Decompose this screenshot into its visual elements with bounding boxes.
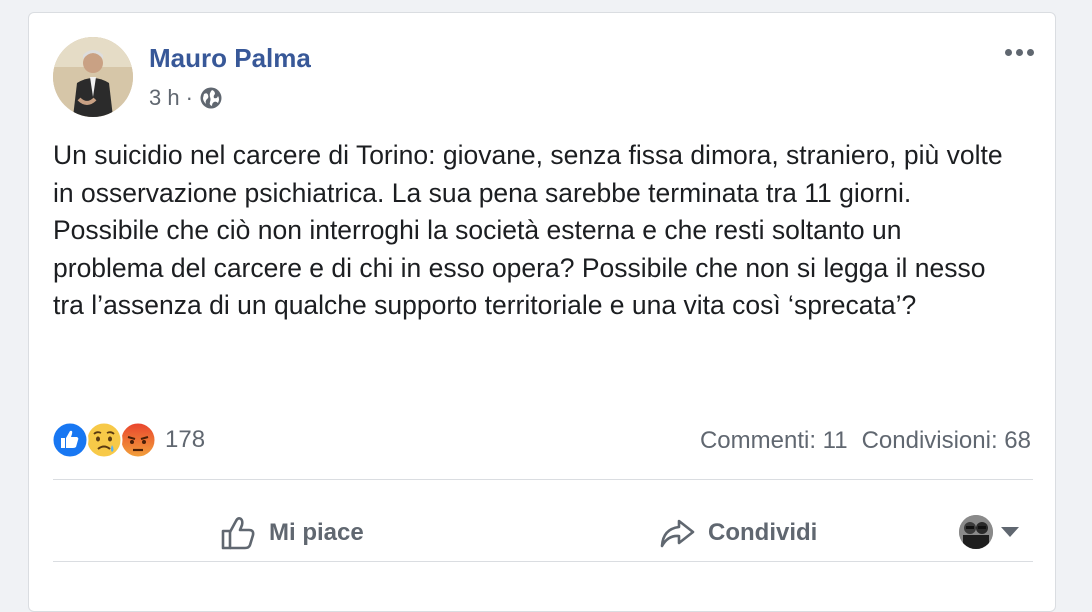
post-meta: 3 h · [149,85,223,111]
reaction-count: 178 [165,426,206,453]
reactions-summary[interactable]: 178 [51,421,205,459]
audience-avatar [959,515,993,549]
like-reaction-icon [51,421,89,459]
audience-selector[interactable] [959,515,1019,549]
chevron-down-icon [1001,527,1019,537]
share-label: Condividi [708,519,818,546]
globe-icon[interactable] [199,86,223,110]
divider [53,479,1033,480]
sad-reaction-icon [85,421,123,459]
post-paragraph: Un suicidio nel carcere di Torino: giova… [53,140,1003,208]
comments-count-link[interactable]: Commenti: 11 [700,427,848,455]
author-avatar[interactable] [53,37,133,117]
post-card: Mauro Palma 3 h · Un suicidio nel carcer… [28,12,1056,612]
author-name[interactable]: Mauro Palma [149,43,311,74]
thumbs-up-icon [221,517,255,550]
post-stats: Commenti: 11 Condivisioni: 68 [700,427,1031,455]
share-arrow-icon [660,519,695,548]
like-label: Mi piace [269,519,364,546]
post-body: Un suicidio nel carcere di Torino: giova… [53,137,1013,325]
post-paragraph: Possibile che ciò non interroghi la soci… [53,215,986,320]
post-time[interactable]: 3 h [149,85,180,111]
meta-separator: · [185,85,193,110]
more-options-icon[interactable] [999,39,1039,65]
angry-reaction-icon [119,421,157,459]
shares-count-link[interactable]: Condivisioni: 68 [862,427,1031,455]
divider [53,561,1033,562]
